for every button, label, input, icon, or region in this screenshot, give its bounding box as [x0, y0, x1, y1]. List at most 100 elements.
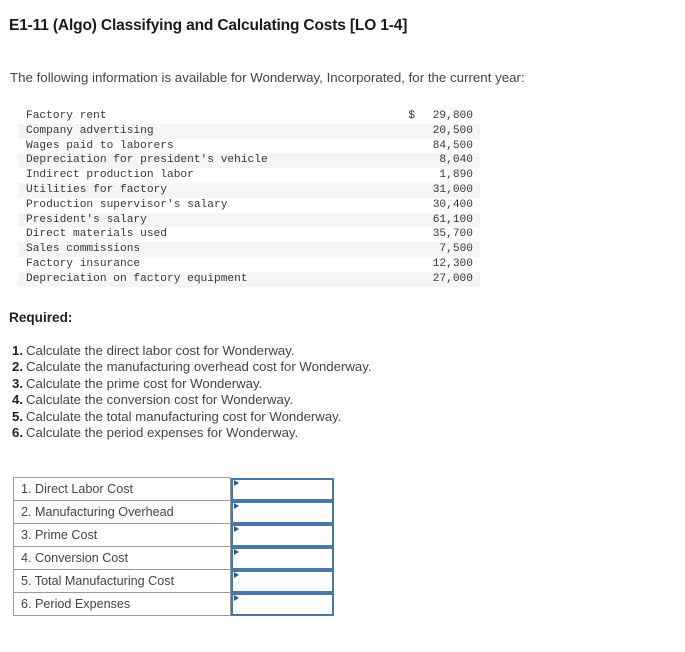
answer-input-wrapper	[231, 477, 334, 501]
requirement-number: 3.	[12, 375, 23, 391]
requirement-item: 6. Calculate the period expenses for Wond…	[12, 425, 512, 441]
answer-input-wrapper	[231, 569, 334, 593]
requirement-text: Calculate the period expenses for Wonder…	[26, 425, 299, 441]
cost-item-amount: 1,890	[439, 169, 473, 182]
cost-item-amount: 31,000	[432, 183, 473, 196]
requirements-list: 1. Calculate the direct labor cost for Wo…	[12, 343, 512, 441]
answer-input-wrapper	[231, 546, 334, 570]
requirement-number: 1.	[12, 343, 23, 358]
cost-data-table: Factory rent $29,800 Company advertising 20…	[18, 109, 480, 287]
answer-input[interactable]	[231, 592, 334, 616]
answer-input[interactable]	[231, 546, 334, 570]
answer-input-cell	[231, 500, 335, 524]
answer-input-cell	[231, 477, 335, 501]
answer-row-label: 2. Manufacturing Overhead	[13, 500, 231, 524]
cost-item-currency	[396, 139, 418, 154]
cost-item-currency	[396, 242, 418, 257]
cost-item-currency	[396, 183, 418, 198]
answer-input-cell	[231, 569, 335, 593]
cost-item-currency	[396, 168, 418, 183]
answer-input-cell	[231, 523, 335, 547]
cost-row: Factory rent $29,800	[18, 109, 480, 124]
cost-item-currency	[396, 198, 418, 213]
cost-data-body: Factory rent $29,800 Company advertising 20…	[18, 109, 480, 287]
answer-row: 1. Direct Labor Cost	[13, 477, 335, 501]
cost-row: Sales commissions 7,500	[18, 242, 480, 257]
intro-paragraph: The following information is available f…	[10, 70, 525, 85]
requirement-text: Calculate the conversion cost for Wonder…	[26, 392, 294, 408]
answer-row: 6. Period Expenses	[13, 592, 335, 616]
cost-row: Utilities for factory 31,000	[18, 182, 480, 198]
answer-table: 1. Direct Labor Cost 2. Manufacturing Ove…	[13, 477, 335, 616]
answer-input[interactable]	[231, 500, 334, 524]
cost-item-amount: 84,500	[432, 139, 473, 152]
cost-row: President's salary 61,100	[18, 212, 480, 228]
requirement-item: 5. Calculate the total manufacturing cost…	[12, 409, 512, 425]
problem-page: E1-11 (Algo) Classifying and Calculating…	[0, 0, 685, 652]
cost-row: Production supervisor's salary 30,400	[18, 197, 480, 213]
cost-item-amount: 7,500	[439, 243, 473, 256]
cost-item-label: President's salary	[26, 213, 147, 226]
answer-input[interactable]	[231, 523, 334, 547]
cost-item-currency	[396, 227, 418, 242]
cost-item-label: Direct materials used	[26, 228, 167, 241]
requirement-item: 1. Calculate the direct labor cost for Wo…	[12, 343, 512, 359]
cost-item-amount: 61,100	[432, 213, 473, 226]
cost-row: Company advertising 20,500	[18, 123, 480, 139]
answer-row: 4. Conversion Cost	[13, 546, 335, 570]
requirement-text: Calculate the prime cost for Wonderway.	[26, 375, 263, 391]
cost-item-currency: $	[408, 110, 415, 122]
cost-item-currency	[396, 257, 418, 272]
answer-row: 3. Prime Cost	[13, 523, 335, 547]
cost-item-amount: 20,500	[432, 124, 473, 137]
cost-item-label: Indirect production labor	[26, 169, 194, 182]
requirement-text: Calculate the total manufacturing cost f…	[26, 408, 342, 424]
cost-item-amount: 29,800	[432, 110, 473, 122]
answer-input-cell	[231, 592, 335, 616]
cost-item-currency	[396, 272, 418, 287]
answer-row-label: 6. Period Expenses	[13, 592, 231, 616]
cost-row: Depreciation for president's vehicle 8,04…	[18, 153, 480, 169]
cost-row: Indirect production labor 1,890	[18, 168, 480, 183]
answer-row: 5. Total Manufacturing Cost	[13, 569, 335, 593]
answer-input-cell	[231, 546, 335, 570]
cost-item-label: Depreciation on factory equipment	[26, 272, 248, 285]
answer-row-label: 3. Prime Cost	[13, 523, 231, 547]
answer-input[interactable]	[231, 569, 334, 593]
cost-row: Factory insurance 12,300	[18, 256, 480, 272]
cost-row: Wages paid to laborers 84,500	[18, 138, 480, 154]
cost-item-amount: 30,400	[432, 198, 473, 211]
requirement-item: 3. Calculate the prime cost for Wonderway…	[12, 376, 512, 392]
requirement-text: Calculate the manufacturing overhead cos…	[26, 359, 372, 375]
answer-table-body: 1. Direct Labor Cost 2. Manufacturing Ove…	[13, 477, 335, 616]
requirement-item: 2. Calculate the manufacturing overhead c…	[12, 359, 512, 375]
answer-row-label: 1. Direct Labor Cost	[13, 477, 231, 501]
cost-item-amount: 27,000	[432, 272, 473, 285]
cost-item-currency	[396, 153, 418, 168]
cost-item-label: Sales commissions	[26, 243, 141, 256]
requirement-item: 4. Calculate the conversion cost for Wond…	[12, 392, 512, 408]
answer-input-wrapper	[231, 592, 334, 616]
requirement-number: 4.	[12, 392, 23, 408]
cost-item-label: Depreciation for president's vehicle	[26, 154, 268, 167]
cost-item-label: Company advertising	[26, 124, 154, 137]
cost-row: Direct materials used 35,700	[18, 227, 480, 243]
page-title: E1-11 (Algo) Classifying and Calculating…	[9, 17, 408, 34]
cost-item-label: Production supervisor's salary	[26, 198, 228, 211]
cost-item-label: Utilities for factory	[26, 183, 167, 196]
requirement-text: Calculate the direct labor cost for Wond…	[26, 343, 295, 358]
requirement-number: 2.	[12, 359, 23, 375]
cost-item-currency	[396, 124, 418, 139]
cost-item-currency	[396, 213, 418, 228]
answer-input[interactable]	[231, 477, 334, 501]
cost-item-amount: 8,040	[439, 154, 473, 167]
answer-row: 2. Manufacturing Overhead	[13, 500, 335, 524]
answer-row-label: 5. Total Manufacturing Cost	[13, 569, 231, 593]
answer-input-wrapper	[231, 523, 334, 547]
cost-item-amount: 12,300	[432, 257, 473, 270]
required-heading: Required:	[9, 310, 73, 325]
cost-row: Depreciation on factory equipment 27,000	[18, 271, 480, 287]
cost-item-amount: 35,700	[432, 228, 473, 241]
answer-input-wrapper	[231, 500, 334, 524]
cost-item-label: Factory rent	[26, 110, 107, 122]
